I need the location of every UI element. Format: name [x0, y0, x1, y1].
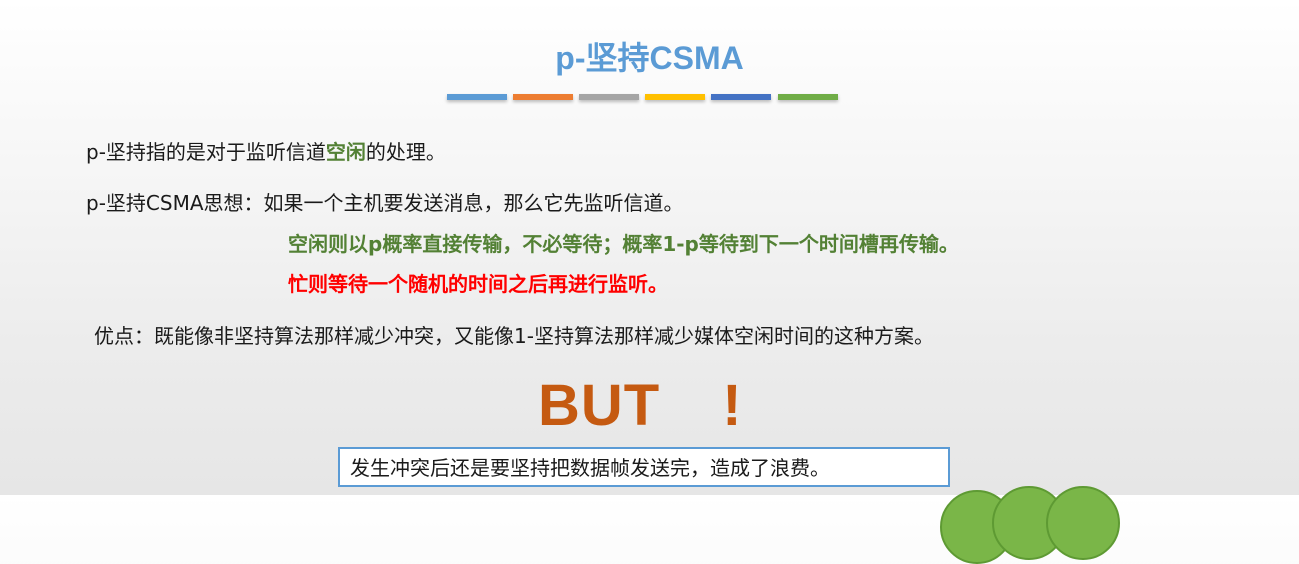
accent-bar-yellow	[645, 94, 705, 100]
accent-bar-blue	[447, 94, 507, 100]
definition-text-start: p-坚持指的是对于监听信道	[86, 140, 326, 164]
busy-rule-line: 忙则等待一个随机的时间之后再进行监听。	[288, 272, 668, 296]
waste-note-box: 发生冲突后还是要坚持把数据帧发送完，造成了浪费。	[338, 447, 950, 487]
idle-highlight: 空闲	[325, 140, 366, 164]
definition-line: p-坚持指的是对于监听信道空闲的处理。	[86, 138, 446, 166]
advantage-line: 优点：既能像非坚持算法那样减少冲突，又能像1-坚持算法那样减少媒体空闲时间的这种…	[94, 324, 934, 348]
accent-bar-orange	[513, 94, 573, 100]
but-word: BUT	[538, 373, 661, 438]
idle-rule-line: 空闲则以p概率直接传输，不必等待；概率1-p等待到下一个时间槽再传输。	[288, 232, 959, 256]
definition-text-end: 的处理。	[365, 140, 446, 164]
but-exclamation: !	[722, 373, 743, 438]
idea-line: p-坚持CSMA思想：如果一个主机要发送消息，那么它先监听信道。	[86, 191, 684, 215]
slide-title: p-坚持CSMA	[555, 40, 744, 76]
accent-bar-darkblue	[711, 94, 771, 100]
but-heading: BUT!	[538, 376, 743, 436]
waste-note-text: 发生冲突后还是要坚持把数据帧发送完，造成了浪费。	[350, 456, 830, 480]
green-circle-decoration-right	[1046, 486, 1120, 560]
accent-bar-green	[778, 94, 838, 100]
accent-bar-gray	[579, 94, 639, 100]
